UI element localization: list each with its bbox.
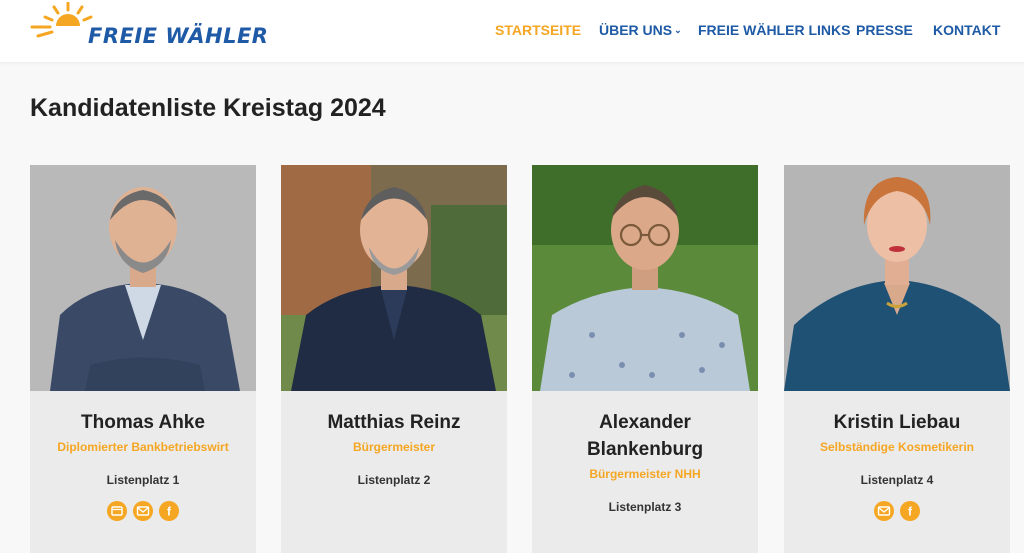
candidate-photo [784,165,1010,391]
candidate-photo [532,165,758,391]
candidate-role: Selbständige Kosmetikerin [819,440,975,454]
email-icon[interactable] [133,501,153,521]
nav-freie-waehler-links[interactable]: FREIE WÄHLER LINKS [698,22,850,38]
logo-text: FREIE WÄHLER [88,24,269,48]
facebook-icon[interactable]: f [159,501,180,521]
candidate-social-icons: f [784,501,1010,523]
candidate-card: Matthias Reinz Bürgermeister Listenplatz… [281,165,507,553]
candidate-card: Alexander Blankenburg Bürgermeister NHH … [532,165,758,553]
chevron-down-icon: ⌄ [674,25,682,35]
svg-text:f: f [908,505,913,519]
candidate-info: Thomas Ahke Diplomierter Bankbetriebswir… [30,391,256,523]
candidate-name: Thomas Ahke [81,412,205,433]
email-icon[interactable] [873,501,894,521]
nav-ueber-uns-label: ÜBER UNS [599,22,673,38]
candidate-social-icons: f [30,501,256,523]
candidate-role: Diplomierter Bankbetriebswirt [57,440,229,454]
svg-text:f: f [167,505,172,519]
candidate-name: Kristin Liebau [833,412,961,433]
facebook-icon[interactable]: f [900,501,921,521]
page-title: Kandidatenliste Kreistag 2024 [30,94,386,122]
candidate-info: Matthias Reinz Bürgermeister Listenplatz… [281,391,507,487]
nav-ueber-uns[interactable]: ÜBER UNS ⌄ [599,22,682,38]
candidate-role: Bürgermeister [352,440,436,454]
candidate-rank: Listenplatz 1 [106,473,180,487]
site-header: FREIE WÄHLER STARTSEITE ÜBER UNS ⌄ FREIE … [0,0,1024,62]
candidate-name: Matthias Reinz [327,412,461,433]
candidate-card: Thomas Ahke Diplomierter Bankbetriebswir… [30,165,256,553]
candidate-photo [30,165,256,391]
nav-startseite[interactable]: STARTSEITE [495,22,581,38]
candidate-info: Kristin Liebau Selbständige Kosmetikerin… [784,391,1010,523]
candidate-role: Bürgermeister NHH [589,467,701,481]
candidate-rank: Listenplatz 4 [860,473,934,487]
candidate-card: Kristin Liebau Selbständige Kosmetikerin… [784,165,1010,553]
candidate-rank: Listenplatz 3 [608,500,682,514]
candidate-photo [281,165,507,391]
candidate-rank: Listenplatz 2 [357,473,431,487]
candidate-name: Alexander Blankenburg [586,412,704,460]
website-icon[interactable] [106,501,127,521]
candidate-info: Alexander Blankenburg Bürgermeister NHH … [532,391,758,514]
site-logo[interactable]: FREIE WÄHLER [30,2,268,52]
nav-kontakt[interactable]: KONTAKT [933,22,1000,38]
nav-presse[interactable]: PRESSE [856,22,913,38]
